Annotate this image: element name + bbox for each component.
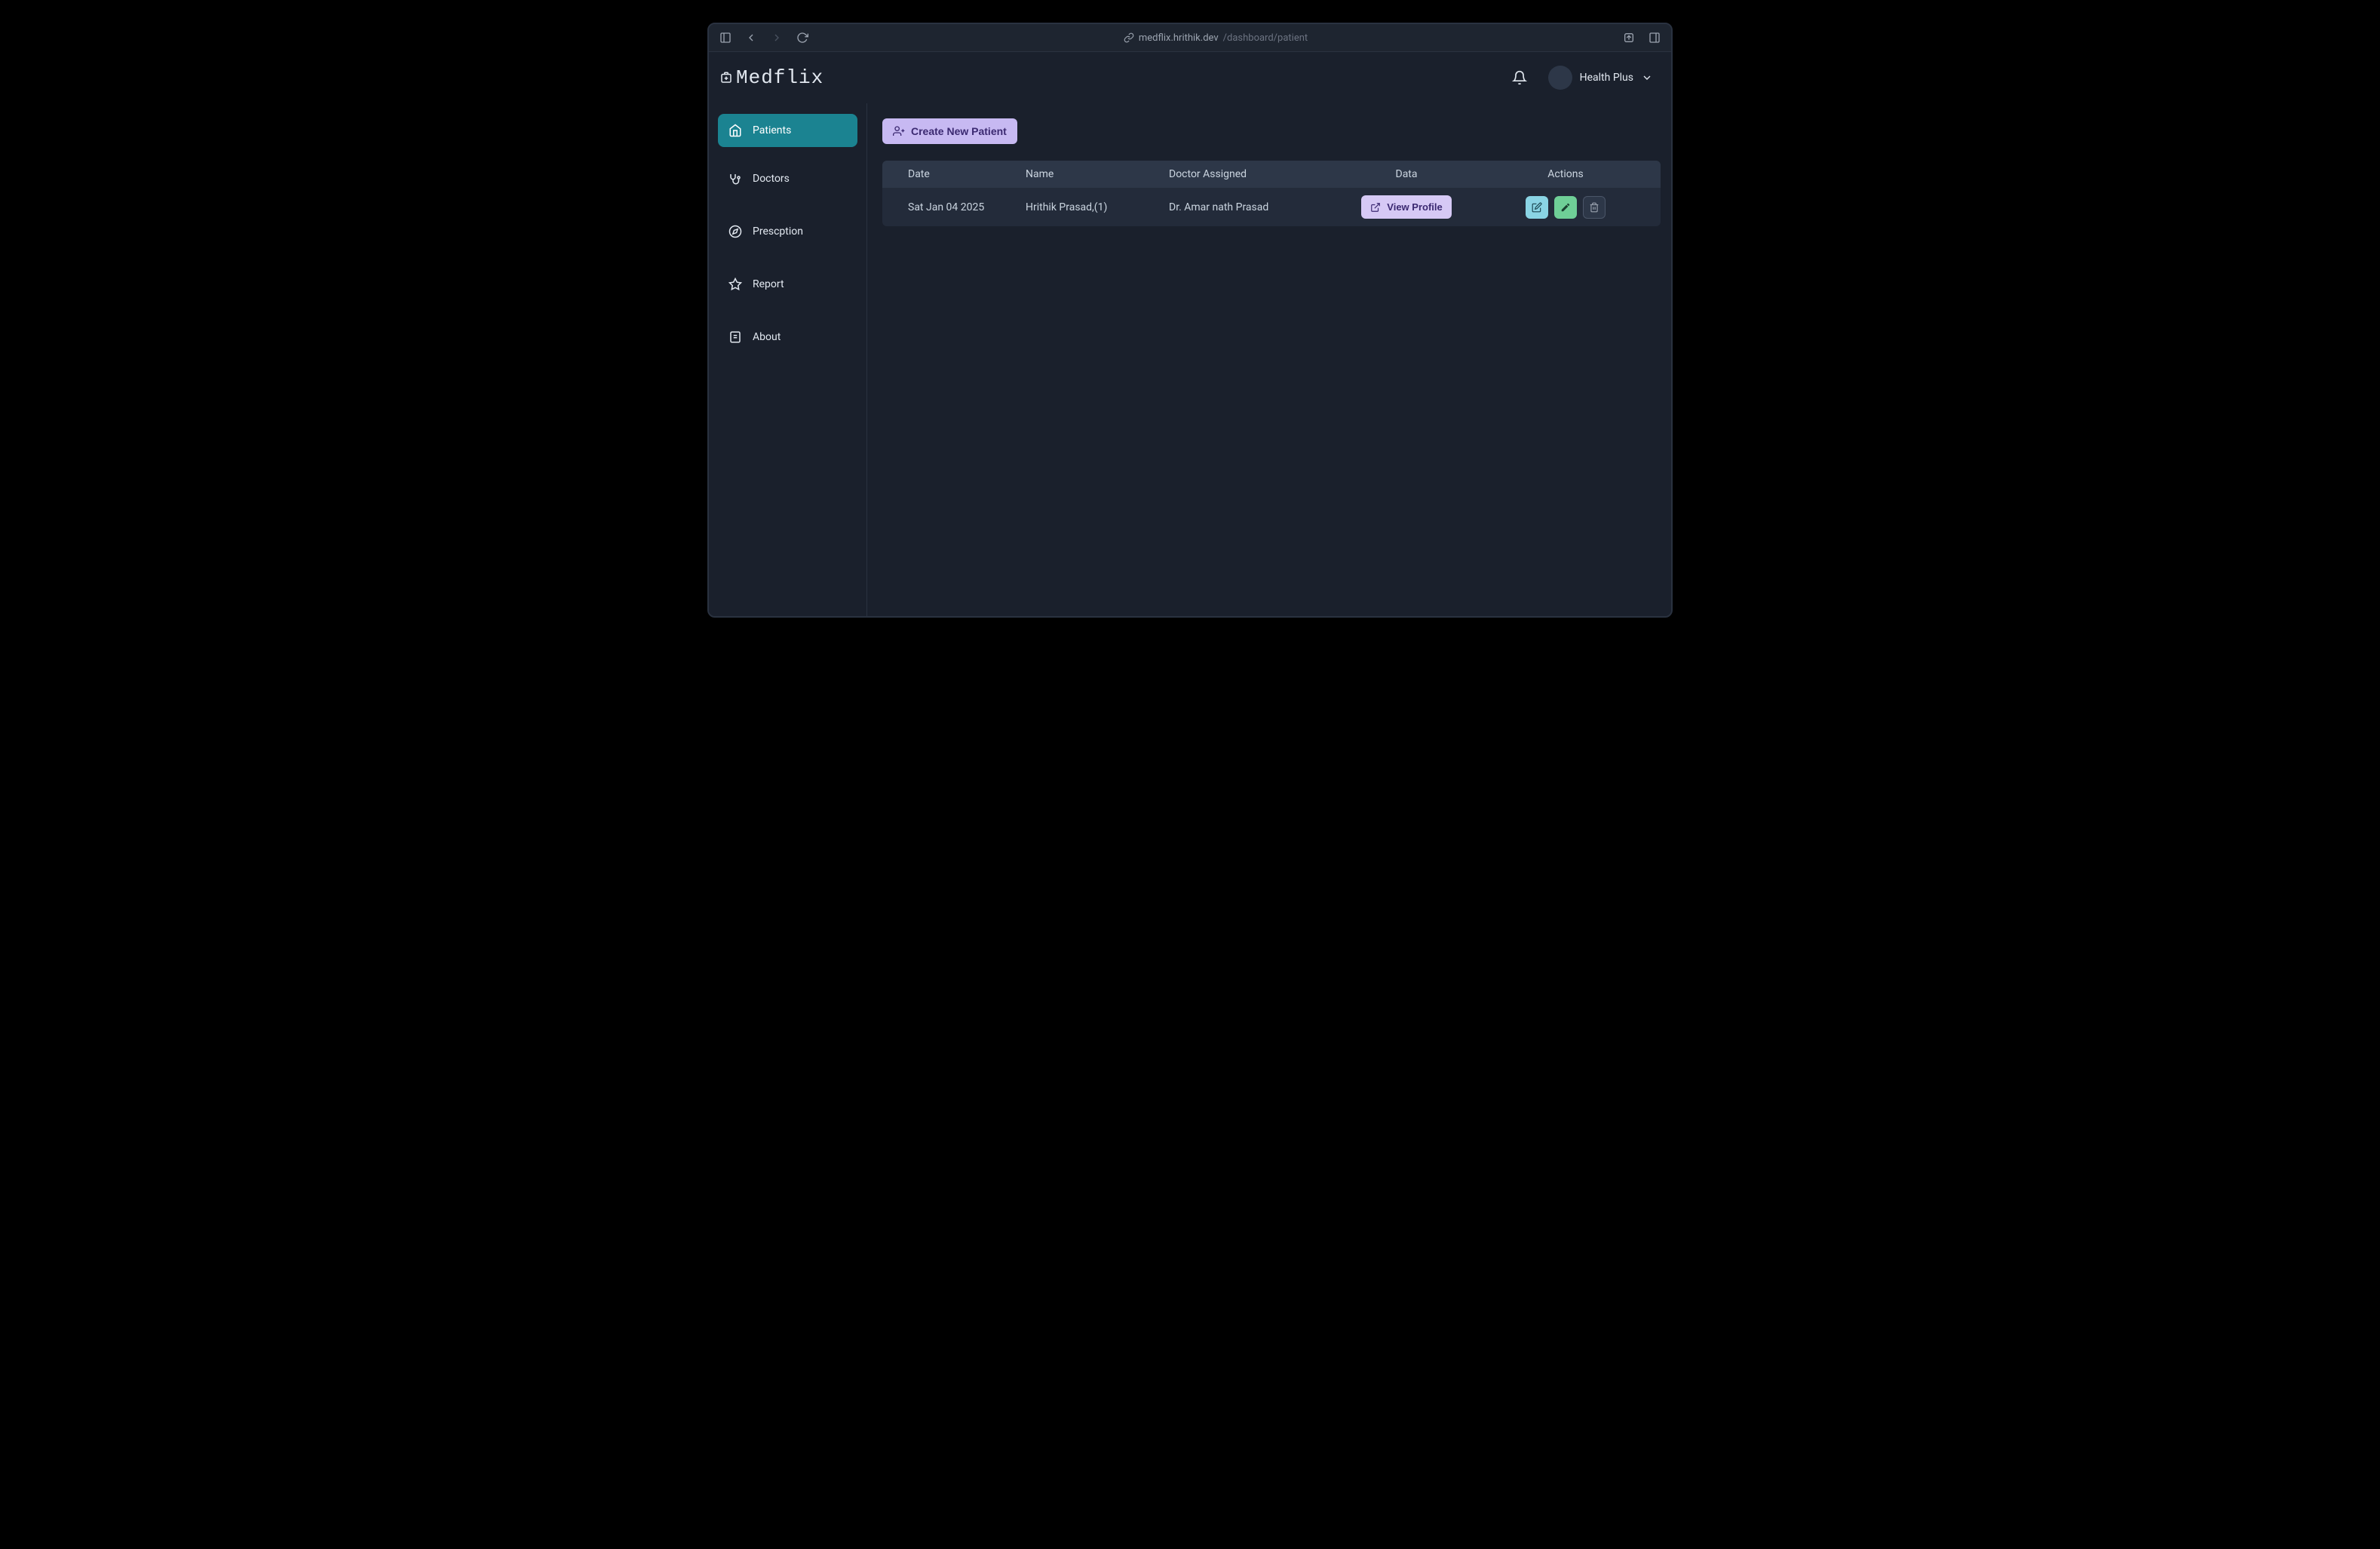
user-menu[interactable]: Health Plus (1548, 66, 1653, 90)
table-header: Date Name Doctor Assigned Data Actions (882, 161, 1661, 188)
sidebar-item-report[interactable]: Report (718, 268, 857, 301)
col-header-name: Name (1026, 168, 1169, 180)
edit-button[interactable] (1554, 196, 1577, 219)
sidebar-label: Report (753, 278, 784, 290)
url-path: /dashboard/patient (1223, 32, 1308, 44)
sidebar: Patients Doctors Prescption (709, 103, 867, 616)
compass-icon (728, 225, 742, 238)
view-profile-label: View Profile (1387, 201, 1442, 213)
logo-icon (719, 71, 733, 84)
avatar (1548, 66, 1572, 90)
stethoscope-icon (728, 172, 742, 186)
file-icon (728, 330, 742, 344)
toolbar-right (1623, 32, 1661, 44)
action-buttons (1526, 196, 1606, 219)
cell-name: Hrithik Prasad,(1) (1026, 201, 1169, 213)
bell-icon[interactable] (1512, 70, 1527, 85)
open-button[interactable] (1526, 196, 1548, 219)
logo[interactable]: Medflix (719, 66, 823, 89)
header-right: Health Plus (1512, 66, 1653, 90)
url-host: medflix.hrithik.dev (1139, 32, 1219, 44)
patients-table: Date Name Doctor Assigned Data Actions S… (882, 161, 1661, 226)
forward-icon[interactable] (771, 32, 783, 44)
external-link-icon (1370, 202, 1381, 213)
col-header-data: Data (1342, 168, 1471, 180)
main-content: Create New Patient Date Name Doctor Assi… (867, 103, 1671, 616)
chevron-down-icon (1641, 72, 1653, 84)
toolbar-left (719, 32, 808, 44)
cell-doctor: Dr. Amar nath Prasad (1169, 201, 1342, 213)
col-header-date: Date (882, 168, 1026, 180)
browser-window: medflix.hrithik.dev/dashboard/patient Me… (707, 23, 1673, 618)
sidebar-item-patients[interactable]: Patients (718, 114, 857, 147)
sidebar-toggle-icon[interactable] (719, 32, 731, 44)
sidebar-label: About (753, 331, 781, 343)
star-icon (728, 278, 742, 291)
table-row: Sat Jan 04 2025 Hrithik Prasad,(1) Dr. A… (882, 188, 1661, 226)
reload-icon[interactable] (796, 32, 808, 44)
cell-actions (1471, 196, 1661, 219)
trash-icon (1589, 202, 1599, 213)
open-icon (1532, 202, 1542, 213)
back-icon[interactable] (745, 32, 757, 44)
user-plus-icon (893, 125, 905, 137)
cell-data: View Profile (1342, 195, 1471, 219)
sidebar-label: Doctors (753, 173, 790, 185)
sidebar-item-about[interactable]: About (718, 321, 857, 354)
tabs-icon[interactable] (1649, 32, 1661, 44)
sidebar-item-prescription[interactable]: Prescption (718, 215, 857, 248)
app-header: Medflix Health Plus (709, 52, 1671, 103)
browser-toolbar: medflix.hrithik.dev/dashboard/patient (709, 24, 1671, 52)
share-icon[interactable] (1623, 32, 1635, 44)
url-bar[interactable]: medflix.hrithik.dev/dashboard/patient (820, 32, 1611, 44)
app-body: Patients Doctors Prescption (709, 103, 1671, 616)
home-icon (728, 124, 742, 137)
user-name: Health Plus (1580, 72, 1633, 84)
sidebar-item-doctors[interactable]: Doctors (718, 162, 857, 195)
edit-icon (1560, 202, 1571, 213)
col-header-actions: Actions (1471, 168, 1661, 180)
view-profile-button[interactable]: View Profile (1361, 195, 1451, 219)
sidebar-label: Patients (753, 124, 791, 136)
create-new-patient-button[interactable]: Create New Patient (882, 118, 1017, 144)
cell-date: Sat Jan 04 2025 (882, 201, 1026, 213)
app-content: Medflix Health Plus Patients (709, 52, 1671, 616)
create-button-label: Create New Patient (911, 125, 1007, 137)
sidebar-label: Prescption (753, 225, 803, 238)
col-header-doctor: Doctor Assigned (1169, 168, 1342, 180)
logo-text: Medflix (736, 66, 823, 89)
delete-button[interactable] (1583, 196, 1606, 219)
